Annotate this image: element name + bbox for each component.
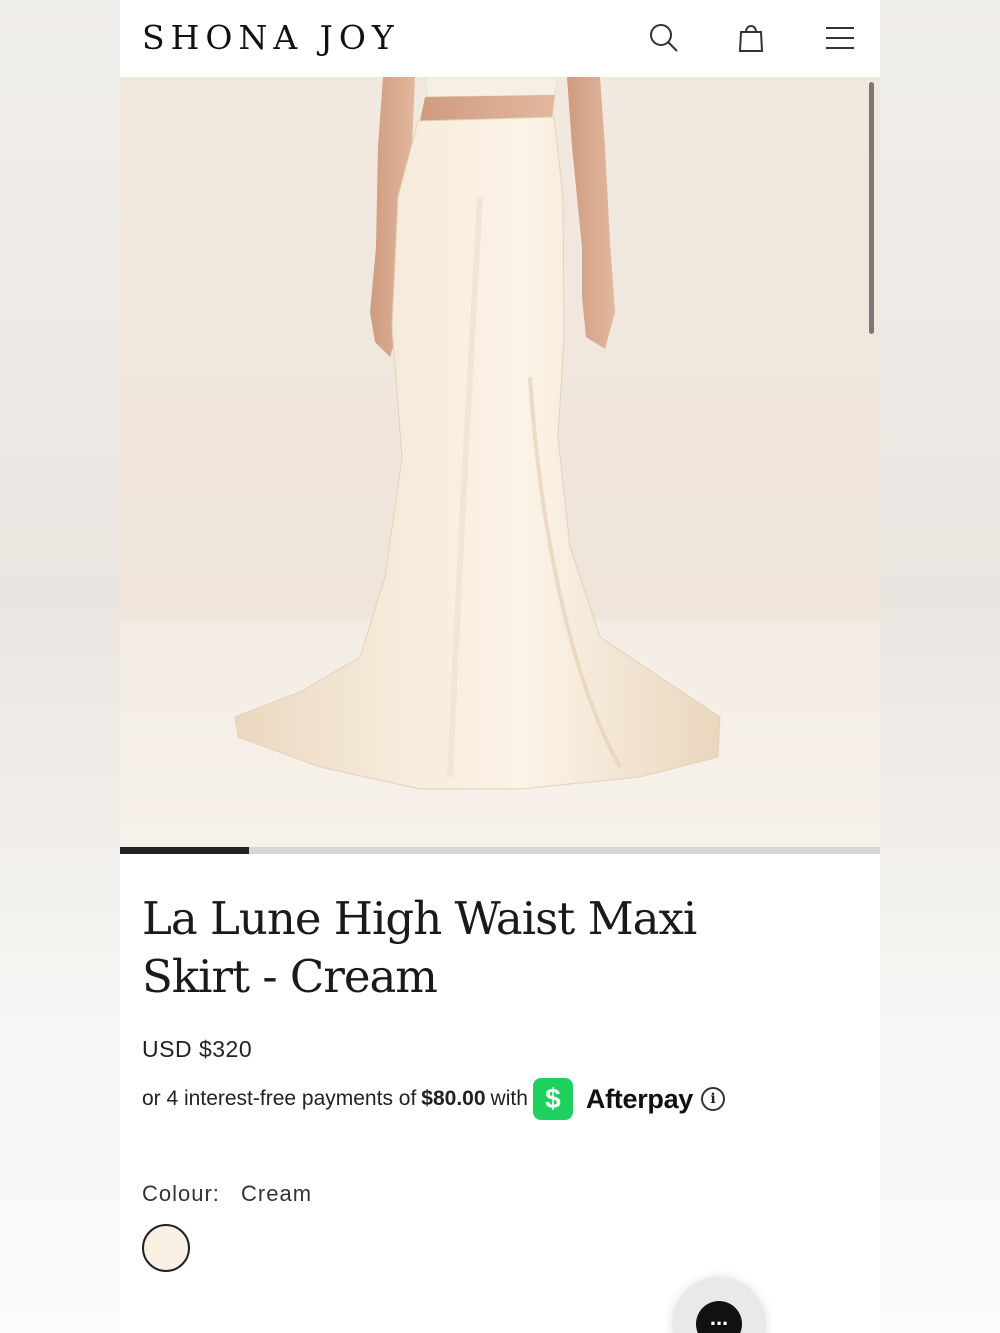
product-price: USD $320 xyxy=(142,1036,253,1062)
skirt-illustration xyxy=(234,77,721,790)
brand-logo[interactable]: SHONA JOY xyxy=(142,18,400,57)
product-title: La Lune High Waist Maxi Skirt - Cream xyxy=(142,892,697,1003)
phone-viewport: SHONA JOY La Lune High Waist Maxi Skirt … xyxy=(120,0,880,1333)
gallery-progress-bar[interactable] xyxy=(120,847,880,854)
page-scrollbar[interactable] xyxy=(869,82,874,334)
afterpay-logo: Afterpay xyxy=(585,1083,694,1114)
installment-prefix: or 4 interest-free payments of xyxy=(142,1087,417,1110)
colour-selector-label: Colour: Cream xyxy=(142,1181,312,1207)
chat-icon: ... xyxy=(696,1301,742,1333)
product-image[interactable] xyxy=(120,77,880,847)
colour-swatch-cream[interactable] xyxy=(142,1224,190,1272)
info-icon[interactable]: i xyxy=(701,1087,726,1111)
installment-amount: $80.00 xyxy=(421,1087,486,1110)
afterpay-installments: or 4 interest-free payments of $80.00 wi… xyxy=(142,1076,726,1122)
gallery-progress-fill xyxy=(120,847,250,854)
colour-label: Colour: xyxy=(142,1181,220,1206)
site-header: SHONA JOY xyxy=(120,0,880,77)
cash-app-icon: $ xyxy=(532,1078,573,1120)
colour-value: Cream xyxy=(241,1181,313,1206)
chat-button[interactable]: ... xyxy=(672,1277,766,1333)
installment-with: with xyxy=(490,1087,528,1110)
search-icon[interactable] xyxy=(646,20,682,56)
bag-icon[interactable] xyxy=(733,20,769,56)
menu-icon[interactable] xyxy=(822,20,858,56)
